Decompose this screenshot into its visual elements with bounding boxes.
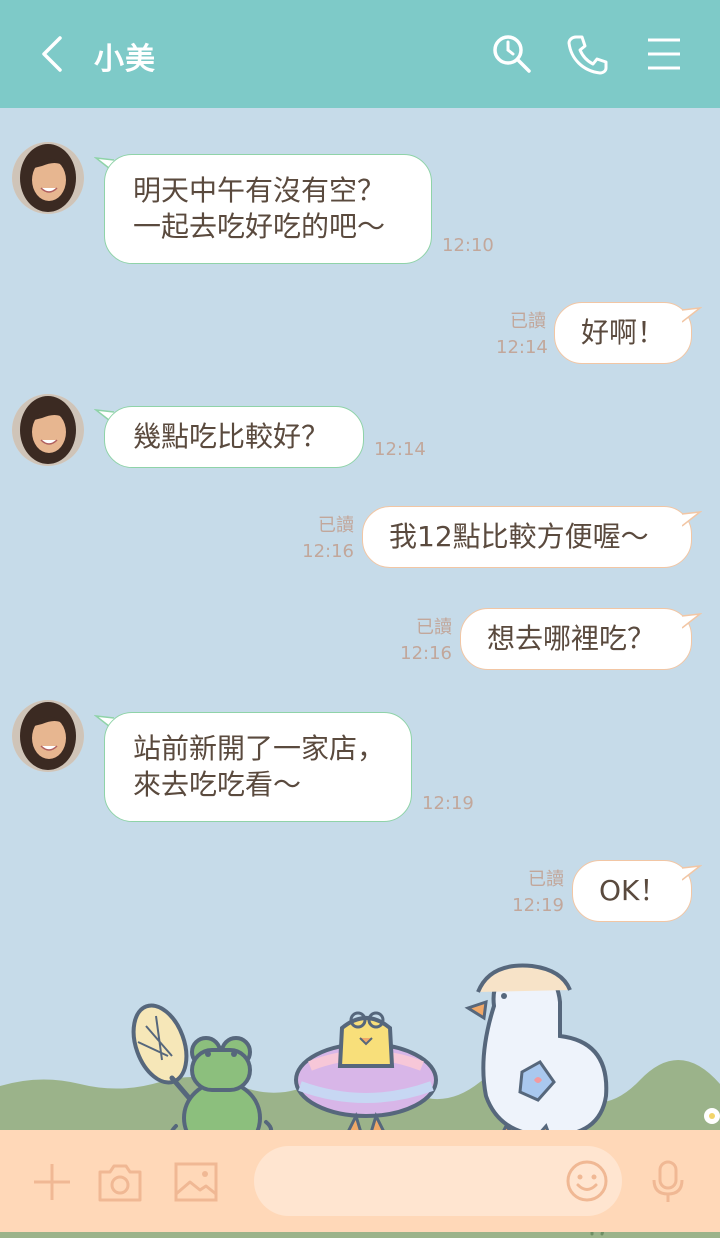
message-time: 12:19 (512, 895, 564, 916)
chat-header: 小美 (0, 0, 720, 108)
message-bubble-outgoing[interactable]: OK！ (572, 860, 692, 922)
menu-button[interactable] (640, 30, 688, 78)
read-receipt: 已讀 (318, 515, 354, 536)
contact-avatar[interactable] (12, 394, 84, 466)
search-button[interactable] (488, 30, 536, 78)
message-time: 12:16 (400, 643, 452, 664)
bubble-tail (682, 511, 702, 527)
bubble-tail (682, 307, 702, 323)
message-time: 12:16 (302, 541, 354, 562)
voice-button[interactable] (644, 1158, 692, 1206)
plus-icon (34, 1164, 70, 1200)
message-time: 12:10 (442, 235, 494, 256)
message-text: 想去哪裡吃？ (487, 622, 656, 655)
message-text: 明天中午有沒有空？ (133, 174, 386, 207)
bubble-tail (682, 865, 702, 881)
message-time: 12:14 (496, 337, 548, 358)
gallery-button[interactable] (172, 1158, 220, 1206)
search-icon (493, 35, 531, 73)
message-bubble-incoming[interactable]: 明天中午有沒有空？ 一起去吃好吃的吧〜 (104, 154, 432, 264)
camera-button[interactable] (96, 1158, 144, 1206)
read-receipt: 已讀 (528, 869, 564, 890)
message-bubble-incoming[interactable]: 幾點吃比較好？ (104, 406, 364, 468)
message-text: 一起去吃好吃的吧〜 (133, 210, 386, 243)
emoji-icon (566, 1160, 608, 1202)
chat-title: 小美 (94, 42, 156, 77)
phone-icon (567, 35, 608, 75)
read-receipt: 已讀 (416, 617, 452, 638)
image-icon (174, 1162, 218, 1202)
message-text: OK！ (599, 874, 668, 907)
avatar-photo (12, 700, 84, 772)
contact-avatar[interactable] (12, 142, 84, 214)
chat-area[interactable]: 明天中午有沒有空？ 一起去吃好吃的吧〜 12:10 已讀 12:14 好啊！ 幾… (0, 108, 720, 1238)
avatar-photo (12, 142, 84, 214)
read-receipt: 已讀 (510, 311, 546, 332)
camera-icon (98, 1164, 142, 1202)
emoji-button[interactable] (564, 1158, 610, 1204)
call-button[interactable] (563, 30, 611, 78)
message-time: 12:19 (422, 793, 474, 814)
message-text: 好啊！ (581, 316, 666, 349)
message-bubble-outgoing[interactable]: 想去哪裡吃？ (460, 608, 692, 670)
message-bubble-incoming[interactable]: 站前新開了一家店， 來去吃吃看〜 (104, 712, 412, 822)
message-bubble-outgoing[interactable]: 我12點比較方便喔〜 (362, 506, 692, 568)
message-text: 我12點比較方便喔〜 (389, 520, 649, 553)
mic-icon (652, 1160, 684, 1202)
message-text: 幾點吃比較好？ (133, 420, 330, 453)
avatar-photo (12, 394, 84, 466)
back-icon (42, 36, 62, 72)
add-button[interactable] (28, 1158, 76, 1206)
menu-icon (648, 38, 680, 70)
message-bubble-outgoing[interactable]: 好啊！ (554, 302, 692, 364)
message-text: 來去吃吃看〜 (133, 768, 302, 801)
bubble-tail (682, 613, 702, 629)
back-button[interactable] (28, 30, 76, 78)
message-time: 12:14 (374, 439, 426, 460)
message-composer (0, 1130, 720, 1232)
contact-avatar[interactable] (12, 700, 84, 772)
message-text: 站前新開了一家店， (133, 732, 386, 765)
flower (704, 1108, 720, 1124)
